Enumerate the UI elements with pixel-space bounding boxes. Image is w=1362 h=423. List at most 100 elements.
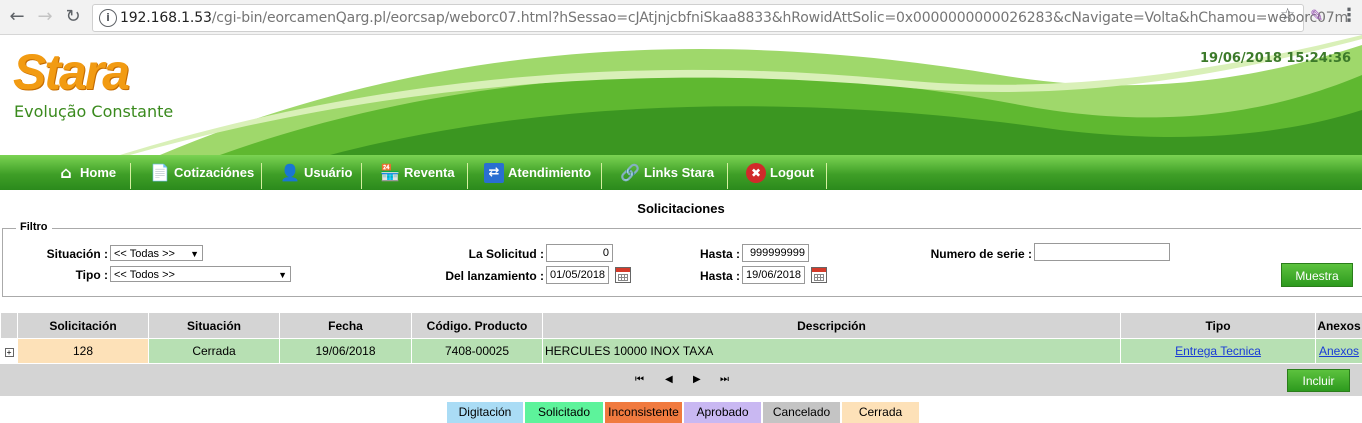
date-to-input[interactable]: 19/06/2018 (742, 266, 805, 284)
browser-toolbar: ← → ↻ i 192.168.1.53/cgi-bin/eorcamenQar… (0, 0, 1362, 35)
home-icon: ⌂ (56, 163, 76, 183)
cell-descripcion: HERCULES 10000 INOX TAXA (543, 339, 1121, 364)
extension-feather-icon[interactable]: ✎ (1310, 6, 1323, 25)
anexos-link[interactable]: Anexos (1319, 344, 1359, 358)
expand-cell[interactable]: + (1, 339, 18, 364)
tipo-label: Tipo : (20, 268, 108, 282)
main-nav: ⌂ Home 📄 Cotizaciónes 👤 Usuário 🏪 Reventa ⇄ A… (0, 155, 1362, 190)
filter-legend: Filtro (16, 221, 52, 233)
cell-situacion: Cerrada (149, 339, 280, 364)
legend-inconsistente: Inconsistente (605, 402, 682, 423)
legend-cerrada: Cerrada (842, 402, 919, 423)
tipo-select[interactable]: << Todos >> ▼ (110, 266, 291, 282)
previous-page-icon[interactable]: ◀ (665, 374, 673, 385)
nav-reventa[interactable]: 🏪 Reventa (380, 155, 455, 190)
logo[interactable]: Stara (13, 43, 128, 101)
serie-input[interactable] (1034, 243, 1170, 261)
situacion-label: Situación : (20, 247, 108, 261)
column-header-codigo[interactable]: Código. Producto (412, 313, 543, 339)
date-from-input[interactable]: 01/05/2018 (546, 266, 609, 284)
nav-atendimiento[interactable]: ⇄ Atendimiento (484, 155, 591, 190)
calendar-icon[interactable] (615, 267, 631, 283)
column-header-situacion[interactable]: Situación (149, 313, 280, 339)
first-page-icon[interactable]: ⏮ (635, 374, 644, 385)
browser-menu-icon[interactable]: ⋮ (1340, 5, 1358, 26)
nav-cotizaciones[interactable]: 📄 Cotizaciónes (150, 155, 254, 190)
include-button[interactable]: Incluir (1287, 369, 1350, 392)
hasta-label: Hasta : (680, 247, 740, 261)
url-path: /cgi-bin/eorcamenQarg.pl/eorcsap/weborc0… (212, 10, 1348, 26)
nav-label: Links Stara (644, 165, 714, 180)
solicitud-to-input[interactable]: 999999999 (742, 244, 809, 262)
url-host: 192.168.1.53 (120, 10, 212, 26)
calendar-icon[interactable] (811, 267, 827, 283)
nav-divider (130, 163, 131, 189)
nav-divider (261, 163, 262, 189)
nav-divider (361, 163, 362, 189)
expand-plus-icon[interactable]: + (5, 348, 14, 357)
nav-logout[interactable]: ✖Logout (746, 155, 814, 190)
legend-solicitado: Solicitado (525, 402, 603, 423)
nav-home[interactable]: ⌂ Home (56, 155, 116, 190)
situacion-select[interactable]: << Todas >>▼ (110, 245, 203, 261)
logo-tagline: Evolução Constante (14, 102, 173, 121)
nav-label: Reventa (404, 165, 455, 180)
bookmark-star-icon[interactable]: ☆ (1280, 5, 1295, 25)
cell-fecha: 19/06/2018 (280, 339, 412, 364)
column-header-descripcion[interactable]: Descripción (543, 313, 1121, 339)
nav-divider (601, 163, 602, 189)
link-icon: 🔗 (620, 163, 640, 183)
nav-label: Atendimiento (508, 165, 591, 180)
legend-cancelado: Cancelado (763, 402, 840, 423)
header-swoosh (0, 35, 1362, 155)
reload-icon[interactable]: ↻ (62, 6, 84, 28)
hasta-label: Hasta : (680, 269, 740, 283)
current-datetime: 19/06/2018 15:24:36 (1200, 51, 1351, 66)
nav-usuario[interactable]: 👤 Usuário (280, 155, 352, 190)
nav-divider (826, 163, 827, 189)
forward-icon[interactable]: → (34, 6, 56, 28)
solicitud-label: La Solicitud : (420, 247, 544, 261)
page-title: Solicitaciones (0, 201, 1362, 216)
serie-label: Numero de serie : (900, 247, 1032, 261)
table-header-row: Solicitación Situación Fecha Código. Pro… (1, 313, 1362, 339)
legend-digitacion: Digitación (447, 402, 523, 423)
nav-label: Home (80, 165, 116, 180)
column-header-solicitacion[interactable]: Solicitación (18, 313, 149, 339)
nav-label: Usuário (304, 165, 352, 180)
column-header-anexos[interactable]: Anexos (1316, 313, 1362, 339)
tipo-link[interactable]: Entrega Tecnica (1175, 344, 1261, 358)
url-text: 192.168.1.53/cgi-bin/eorcamenQarg.pl/eor… (120, 10, 1348, 26)
nav-divider (467, 163, 468, 189)
logout-icon: ✖ (746, 163, 766, 183)
site-header: Stara Evolução Constante 19/06/2018 15:2… (0, 35, 1362, 155)
column-header-expand (1, 313, 18, 339)
document-icon: 📄 (150, 163, 170, 183)
next-page-icon[interactable]: ▶ (693, 374, 701, 385)
dropdown-arrow-icon: ▼ (278, 267, 287, 283)
store-icon: 🏪 (380, 163, 400, 183)
situacion-value: << Todas >> (114, 248, 175, 260)
table-row[interactable]: + 128 Cerrada 19/06/2018 7408-00025 HERC… (1, 339, 1362, 364)
back-icon[interactable]: ← (6, 6, 28, 28)
exchange-icon: ⇄ (484, 163, 504, 183)
column-header-tipo[interactable]: Tipo (1121, 313, 1316, 339)
nav-label: Cotizaciónes (174, 165, 254, 180)
cell-solicitacion: 128 (18, 339, 149, 364)
tipo-value: << Todos >> (114, 269, 175, 281)
search-button[interactable]: Muestra (1281, 263, 1353, 287)
nav-links-stara[interactable]: 🔗 Links Stara (620, 155, 714, 190)
user-icon: 👤 (280, 163, 300, 183)
solicitud-from-input[interactable]: 0 (546, 244, 613, 262)
address-bar[interactable]: i 192.168.1.53/cgi-bin/eorcamenQarg.pl/e… (92, 4, 1304, 32)
cell-codigo: 7408-00025 (412, 339, 543, 364)
results-table: Solicitación Situación Fecha Código. Pro… (0, 312, 1362, 364)
info-icon[interactable]: i (99, 9, 117, 27)
pager: ⏮ ◀ ▶ ⏭ Incluir (0, 364, 1362, 396)
last-page-icon[interactable]: ⏭ (720, 374, 729, 385)
column-header-fecha[interactable]: Fecha (280, 313, 412, 339)
lanzamiento-label: Del lanzamiento : (420, 269, 544, 283)
legend-aprobado: Aprobado (684, 402, 761, 423)
filter-panel (2, 228, 1362, 297)
cell-tipo: Entrega Tecnica (1121, 339, 1316, 364)
